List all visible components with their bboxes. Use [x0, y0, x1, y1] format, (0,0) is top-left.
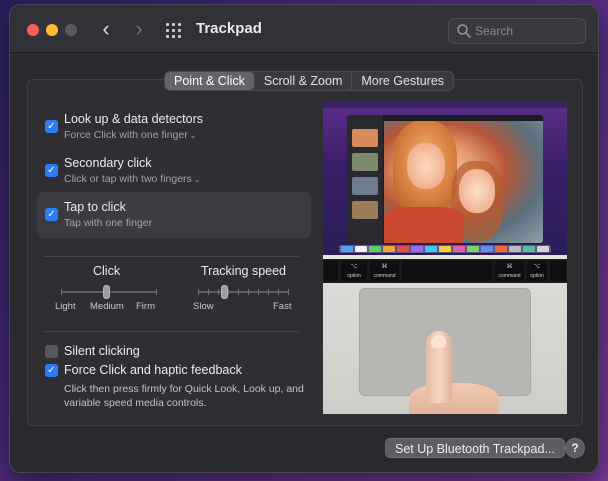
tracking-min-label: Slow [193, 301, 214, 312]
window-title: Trackpad [196, 20, 262, 37]
chevron-down-icon: ⌄ [193, 175, 201, 184]
tap-to-click-description: Tap with one finger [64, 217, 153, 229]
preview-laptop-screen [323, 101, 567, 255]
force-click-label: Force Click and haptic feedback [64, 363, 242, 377]
preview-option-symbol: ⌥ [533, 264, 541, 270]
secondary-click-label: Secondary click [64, 156, 152, 170]
lookup-gesture-menu[interactable]: Force Click with one finger ⌄ [64, 129, 196, 141]
divider [44, 331, 299, 332]
tab-scroll-zoom[interactable]: Scroll & Zoom [255, 72, 353, 90]
secondary-click-checkbox[interactable]: ✓ [45, 164, 58, 177]
lookup-label: Look up & data detectors [64, 112, 203, 126]
title-bar: ‹ › Trackpad [10, 5, 598, 53]
show-all-grid-icon[interactable] [166, 23, 181, 38]
tracking-speed-label: Tracking speed [201, 264, 286, 278]
secondary-click-value: Click or tap with two fingers [64, 173, 192, 185]
click-slider-thumb[interactable] [103, 285, 110, 299]
gesture-preview-video: ⌥ option ⌘ command ⌘ command ⌥ option [323, 101, 567, 414]
forward-arrow-icon[interactable]: › [128, 17, 150, 41]
preview-laptop-deck [323, 283, 567, 414]
lookup-checkbox[interactable]: ✓ [45, 120, 58, 133]
close-button[interactable] [27, 24, 39, 36]
preview-keyboard: ⌥ option ⌘ command ⌘ command ⌥ option [323, 259, 567, 283]
preview-command-key-label: command [498, 273, 521, 279]
force-click-checkbox[interactable]: ✓ [45, 364, 58, 377]
tab-more-gestures[interactable]: More Gestures [352, 72, 453, 90]
preview-command-symbol: ⌘ [506, 264, 513, 270]
search-input[interactable] [475, 22, 580, 40]
option-secondary-click[interactable]: ✓ Secondary click Click or tap with two … [37, 153, 311, 189]
zoom-button[interactable] [65, 24, 77, 36]
preview-photos-app [347, 115, 543, 243]
search-icon [457, 24, 471, 38]
search-field[interactable] [448, 18, 586, 44]
option-lookup[interactable]: ✓ Look up & data detectors Force Click w… [37, 109, 311, 145]
chevron-down-icon: ⌄ [189, 131, 197, 140]
tab-point-click[interactable]: Point & Click [165, 72, 255, 90]
preview-option-key-label: option [347, 273, 361, 279]
tap-to-click-label: Tap to click [64, 200, 126, 214]
secondary-click-menu[interactable]: Click or tap with two fingers ⌄ [64, 173, 201, 185]
divider [44, 256, 299, 257]
lookup-gesture-value: Force Click with one finger [64, 129, 188, 141]
tracking-max-label: Fast [273, 301, 292, 312]
click-slider[interactable] [61, 285, 157, 299]
click-tick-light: Light [55, 301, 76, 312]
force-click-description: Click then press firmly for Quick Look, … [64, 383, 304, 409]
tracking-speed-thumb[interactable] [221, 285, 228, 299]
click-slider-label: Click [93, 264, 121, 278]
back-arrow-icon[interactable]: ‹ [95, 17, 117, 41]
setup-bluetooth-trackpad-button[interactable]: Set Up Bluetooth Trackpad... [385, 438, 565, 458]
minimize-button[interactable] [46, 24, 58, 36]
preview-option-key-label: option [530, 273, 544, 279]
click-tick-medium: Medium [90, 301, 124, 312]
preview-dock [339, 245, 551, 253]
preview-option-symbol: ⌥ [350, 264, 358, 270]
help-button[interactable]: ? [565, 438, 585, 458]
silent-clicking-checkbox[interactable] [45, 345, 58, 358]
preview-command-symbol: ⌘ [381, 264, 388, 270]
silent-clicking-label: Silent clicking [64, 344, 140, 358]
preferences-window: ‹ › Trackpad Point & Click Scroll & Zoom… [9, 4, 599, 473]
tap-to-click-checkbox[interactable]: ✓ [45, 208, 58, 221]
preview-command-key-label: command [373, 273, 396, 279]
click-tick-firm: Firm [136, 301, 155, 312]
tracking-speed-slider[interactable] [198, 285, 289, 299]
tab-bar: Point & Click Scroll & Zoom More Gesture… [164, 71, 455, 91]
option-tap-to-click[interactable]: ✓ Tap to click Tap with one finger [37, 192, 311, 238]
